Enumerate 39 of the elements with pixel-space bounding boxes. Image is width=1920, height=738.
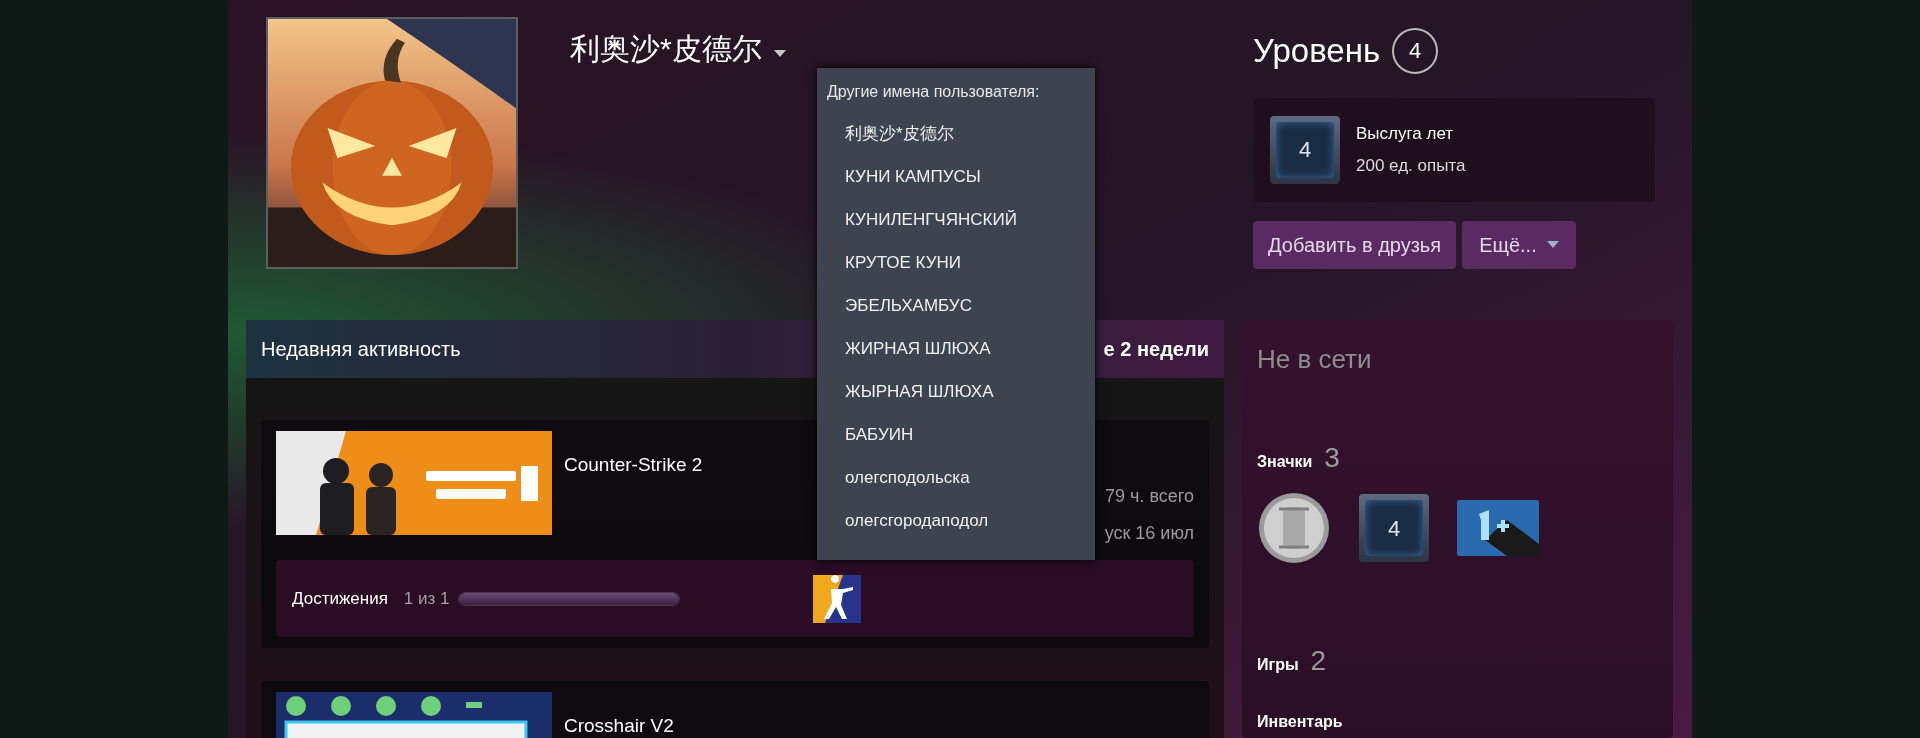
alias-item: олегсгородаподол [844,509,990,532]
activity-title: Недавняя активность [261,337,461,362]
coin-badge-icon[interactable] [1257,491,1331,565]
one-plus-badge-icon[interactable] [1457,500,1539,556]
alias-item: КУНИЛЕНГЧЯНСКИЙ [844,208,1018,231]
status-text: Не в сети [1257,343,1373,376]
badge-xp: 200 ед. опыта [1356,155,1466,177]
achievements-label: Достижения [292,587,388,610]
activity-summary: е 2 недели [1103,337,1209,362]
alias-item: КРУТОЕ КУНИ [844,251,962,274]
alias-item: КУНИ КАМПУСЫ [844,165,982,188]
profile-name: 利奥沙*皮德尔 [570,31,762,67]
games-label: Игры [1257,655,1299,675]
badges-label: Значки [1257,452,1313,472]
alias-item: 利奥沙*皮德尔 [844,122,955,145]
add-friend-button[interactable]: Добавить в друзья [1253,220,1457,269]
alias-item: ЖИРНАЯ ШЛЮХА [844,337,992,360]
alias-item: ЭБЕЛЬХАМБУС [844,294,973,317]
level-heading: Уровень [1253,31,1381,71]
alias-item: БАБУИН [844,423,915,446]
badge-title: Выслуга лет [1356,122,1455,145]
achievements-count: 1 из 1 [403,587,450,610]
last-played: уск 16 июл [1104,522,1194,545]
years-badge: 4 [1270,115,1340,184]
caret-icon[interactable] [773,50,786,57]
alias-item: олегсподольска [844,466,971,489]
achievement-icon[interactable] [812,574,861,623]
level-number: 4 [1392,27,1439,74]
aliases-title: Другие имена пользователя: [826,82,1041,102]
badges-count: 3 [1324,441,1340,475]
games-count: 2 [1310,644,1327,678]
level-badge: 4 [1359,494,1429,562]
more-button[interactable]: Ещё... [1462,220,1576,269]
game-title[interactable]: Counter-Strike 2 [564,451,703,480]
game-title[interactable]: Crosshair V2 [564,712,674,738]
hours-played: 79 ч. всего [1105,485,1194,508]
caret-icon [1546,241,1559,248]
inventory-label[interactable]: Инвентарь [1257,710,1658,734]
alias-item: ЖЫРНАЯ ШЛЮХА [844,380,995,403]
